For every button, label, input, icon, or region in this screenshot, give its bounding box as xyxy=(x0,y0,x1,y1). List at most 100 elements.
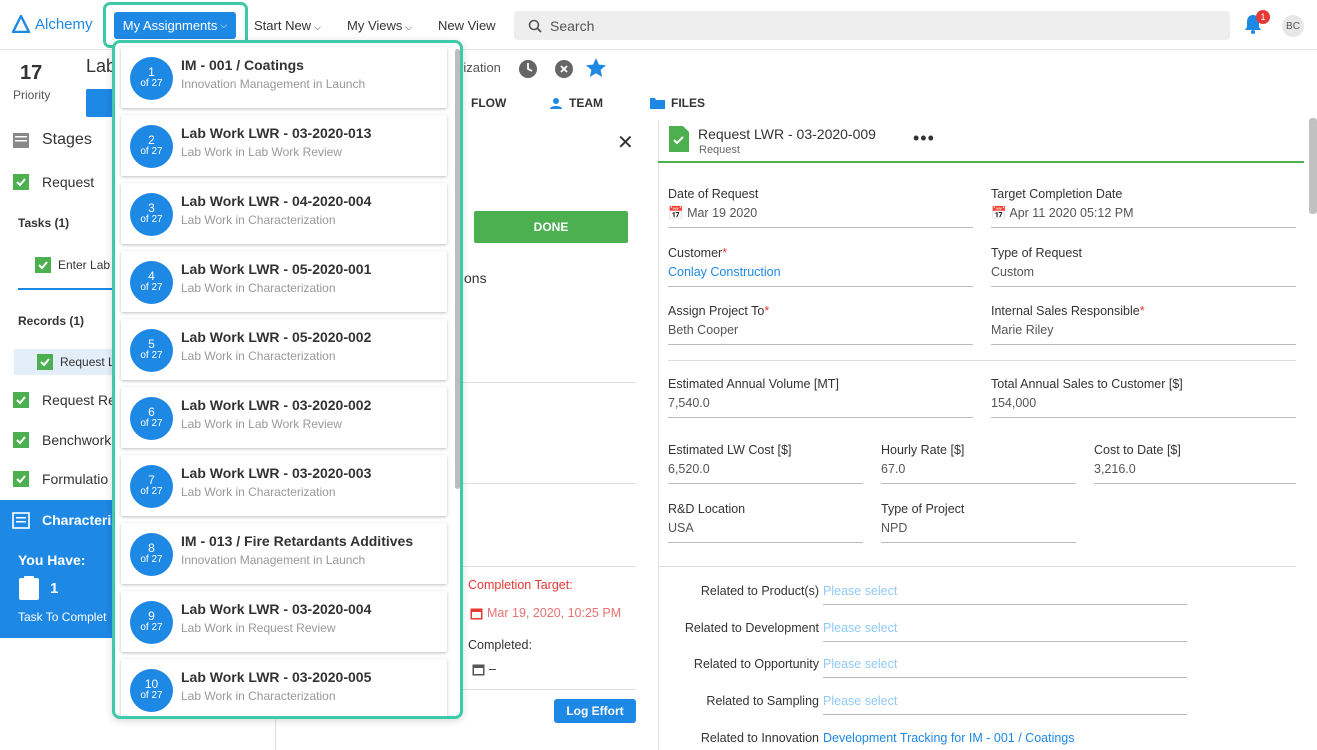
log-effort-button[interactable]: Log Effort xyxy=(554,699,636,723)
assignment-number: 6 xyxy=(148,405,155,419)
my-views-menu[interactable]: My Views ⌵ xyxy=(347,18,412,33)
related-value[interactable]: Please select xyxy=(823,657,1187,678)
assignment-list: 1 of 27 IM - 001 / Coatings Innovation M… xyxy=(121,47,451,716)
related-value[interactable]: Development Tracking for IM - 001 / Coat… xyxy=(823,731,1187,750)
search-input[interactable]: Search xyxy=(514,11,1230,40)
done-button[interactable]: DONE xyxy=(474,211,628,243)
assignment-number: 4 xyxy=(148,269,155,283)
form-scrollbar[interactable] xyxy=(1309,118,1317,214)
total-sales-field[interactable]: Total Annual Sales to Customer [$] 154,0… xyxy=(991,377,1296,418)
chevron-down-icon: ⌵ xyxy=(314,22,321,32)
tab-files[interactable]: FILES xyxy=(650,96,705,110)
task-check-icon xyxy=(35,257,51,273)
assignment-item[interactable]: 9 of 27 Lab Work LWR - 03-2020-004 Lab W… xyxy=(121,591,447,652)
assignment-subtitle: Lab Work in Characterization xyxy=(181,281,336,295)
related-opportunity-field[interactable]: Related to Opportunity Please select xyxy=(668,657,1187,678)
field-value: Custom xyxy=(991,265,1296,287)
stage-label: Characteriz xyxy=(42,512,119,528)
form-subtitle: Request xyxy=(699,144,740,156)
clock-icon[interactable] xyxy=(517,58,539,80)
type-of-request-field[interactable]: Type of Request Custom xyxy=(991,246,1296,287)
assignment-total: of 27 xyxy=(140,486,163,497)
internal-sales-field[interactable]: Internal Sales Responsible* Marie Riley xyxy=(991,304,1296,345)
related-value[interactable]: Please select xyxy=(823,694,1187,715)
field-value: 3,216.0 xyxy=(1094,462,1296,484)
clipboard-icon xyxy=(19,576,39,600)
instructions-fragment: ons xyxy=(464,270,487,286)
star-icon[interactable] xyxy=(584,56,608,80)
field-label: Type of Project xyxy=(881,502,965,516)
document-icon xyxy=(669,126,689,152)
assignment-number: 8 xyxy=(148,541,155,555)
assignment-item[interactable]: 4 of 27 Lab Work LWR - 05-2020-001 Lab W… xyxy=(121,251,447,312)
assignment-item[interactable]: 7 of 27 Lab Work LWR - 03-2020-003 Lab W… xyxy=(121,455,447,516)
annual-volume-field[interactable]: Estimated Annual Volume [MT] 7,540.0 xyxy=(668,377,973,418)
stage-complete-icon xyxy=(13,392,29,408)
assignment-item[interactable]: 1 of 27 IM - 001 / Coatings Innovation M… xyxy=(121,47,447,108)
field-label: Assign Project To* xyxy=(668,304,973,318)
field-label: Customer* xyxy=(668,246,973,260)
assignment-item[interactable]: 5 of 27 Lab Work LWR - 05-2020-002 Lab W… xyxy=(121,319,447,380)
new-view-link[interactable]: New View xyxy=(438,18,496,33)
field-label: Cost to Date [$] xyxy=(1094,443,1181,457)
hourly-rate-field[interactable]: Hourly Rate [$] 67.0 xyxy=(881,443,1076,484)
calendar-icon: 📅 xyxy=(991,206,1007,220)
assignment-total: of 27 xyxy=(140,350,163,361)
assignment-title: Lab Work LWR - 03-2020-005 xyxy=(181,669,372,685)
avatar[interactable]: BC xyxy=(1282,15,1304,37)
date-of-request-field[interactable]: Date of Request 📅 Mar 19 2020 xyxy=(668,187,973,228)
rd-location-field[interactable]: R&D Location USA xyxy=(668,502,863,543)
target-completion-field[interactable]: Target Completion Date 📅 Apr 11 2020 05:… xyxy=(991,187,1296,228)
field-label: Date of Request xyxy=(668,187,759,201)
related-sampling-field[interactable]: Related to Sampling Please select xyxy=(668,694,1187,715)
cost-to-date-field[interactable]: Cost to Date [$] 3,216.0 xyxy=(1094,443,1296,484)
project-type-field[interactable]: Type of Project NPD xyxy=(881,502,1076,543)
close-icon[interactable]: ✕ xyxy=(617,130,634,155)
field-label: R&D Location xyxy=(668,502,746,516)
tab-flow[interactable]: FLOW xyxy=(471,96,506,110)
related-development-field[interactable]: Related to Development Please select xyxy=(668,621,1187,642)
required-marker: * xyxy=(764,304,770,318)
completion-target-value: Mar 19, 2020, 10:25 PM xyxy=(470,606,621,620)
related-products-field[interactable]: Related to Product(s) Please select xyxy=(668,584,1187,605)
assignment-item[interactable]: 8 of 27 IM - 013 / Fire Retardants Addit… xyxy=(121,523,447,584)
tab-files-label: FILES xyxy=(671,96,706,110)
customer-field[interactable]: Customer* Conlay Construction xyxy=(668,246,973,287)
assignment-title: IM - 013 / Fire Retardants Additives xyxy=(181,533,414,549)
completed-value: – xyxy=(472,662,496,676)
assignment-item[interactable]: 3 of 27 Lab Work LWR - 04-2020-004 Lab W… xyxy=(121,183,447,244)
stage-complete-icon xyxy=(13,432,29,448)
related-value[interactable]: Please select xyxy=(823,584,1187,605)
more-options-icon[interactable]: ••• xyxy=(913,128,935,149)
assignment-subtitle: Lab Work in Characterization xyxy=(181,349,336,363)
field-value[interactable]: Conlay Construction xyxy=(668,265,973,287)
assignment-total: of 27 xyxy=(140,418,163,429)
clock-cancel-icon[interactable] xyxy=(553,58,575,80)
alchemy-logo[interactable]: Alchemy xyxy=(12,15,93,33)
field-value: USA xyxy=(668,521,863,543)
lw-cost-field[interactable]: Estimated LW Cost [$] 6,520.0 xyxy=(668,443,863,484)
field-label: Type of Request xyxy=(991,246,1083,260)
assignment-number: 5 xyxy=(148,337,155,351)
my-views-label: My Views xyxy=(347,18,403,33)
divider xyxy=(668,360,1296,361)
field-value: 📅 Apr 11 2020 05:12 PM xyxy=(991,206,1296,228)
task-progress xyxy=(18,288,118,290)
divider xyxy=(462,566,636,567)
dropdown-scrollbar[interactable] xyxy=(455,49,460,489)
assignment-number: 3 xyxy=(148,201,155,215)
assignment-number: 7 xyxy=(148,473,155,487)
start-new-menu[interactable]: Start New ⌵ xyxy=(254,18,321,33)
task-to-complete-label: Task To Complet xyxy=(18,610,107,624)
assign-project-field[interactable]: Assign Project To* Beth Cooper xyxy=(668,304,973,345)
assignment-item[interactable]: 10 of 27 Lab Work LWR - 03-2020-005 Lab … xyxy=(121,659,447,716)
label-text: Internal Sales Responsible xyxy=(991,304,1140,318)
assignment-index-badge: 7 of 27 xyxy=(130,465,173,508)
assignment-item[interactable]: 6 of 27 Lab Work LWR - 03-2020-002 Lab W… xyxy=(121,387,447,448)
related-value[interactable]: Please select xyxy=(823,621,1187,642)
completion-target-label: Completion Target: xyxy=(468,578,573,592)
related-innovation-field[interactable]: Related to Innovation Development Tracki… xyxy=(668,731,1075,745)
assignment-number: 2 xyxy=(148,133,155,147)
tab-team[interactable]: TEAM xyxy=(549,96,603,110)
assignment-item[interactable]: 2 of 27 Lab Work LWR - 03-2020-013 Lab W… xyxy=(121,115,447,176)
